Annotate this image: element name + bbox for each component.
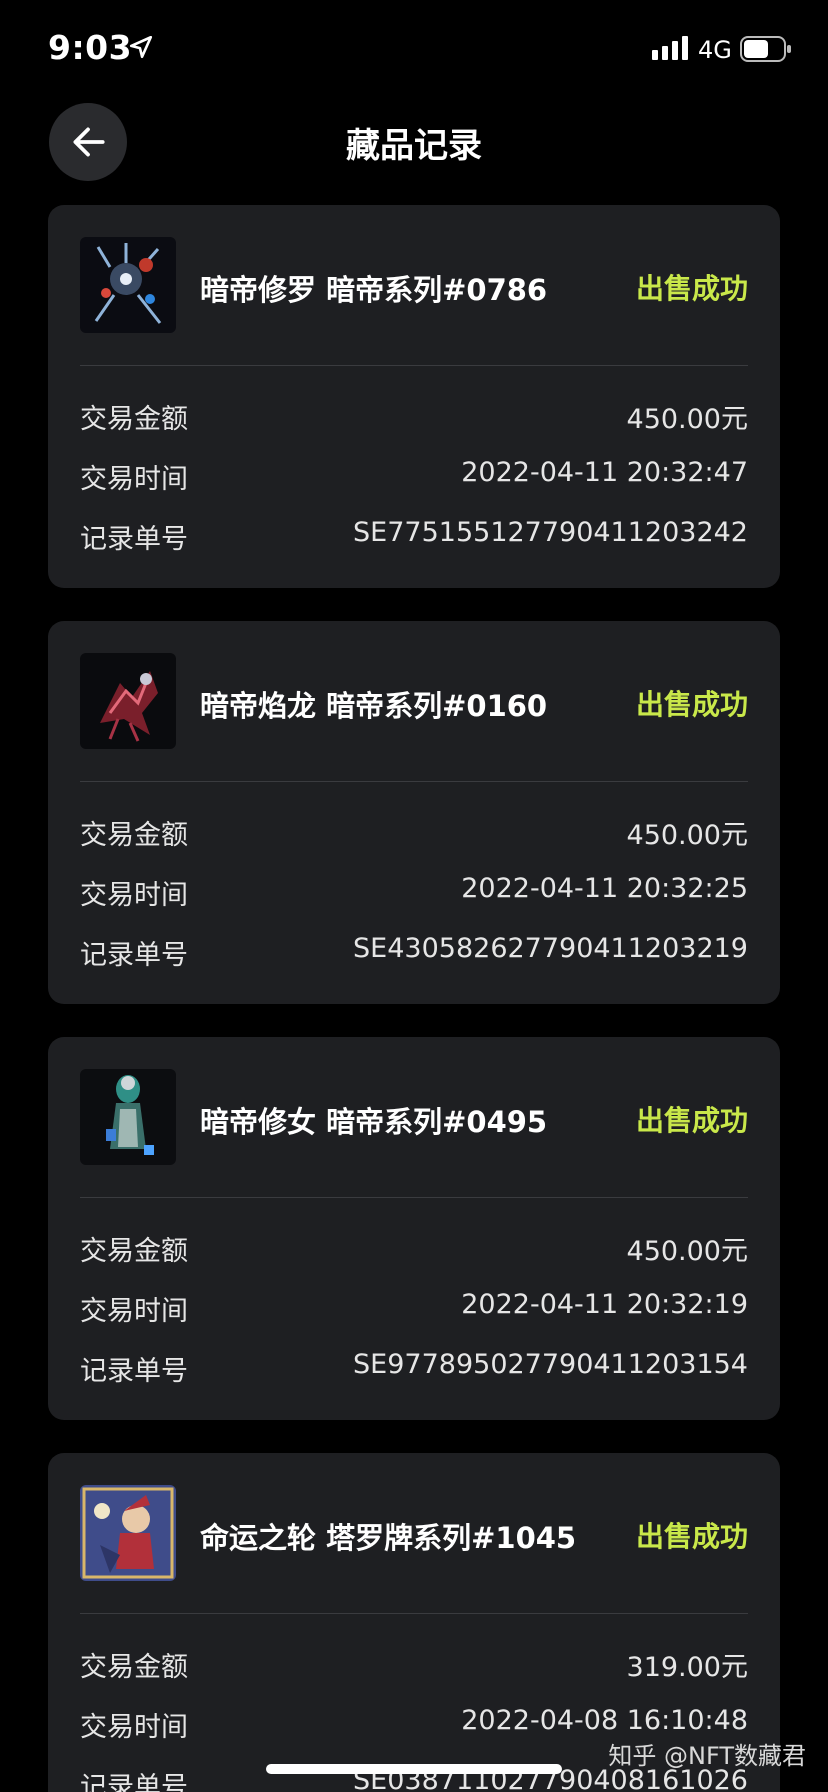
- time-label: 交易时间: [80, 464, 188, 495]
- amount-row: 交易金额 319.00元: [80, 1645, 748, 1685]
- time-row: 交易时间 2022-04-11 20:32:19: [80, 1289, 748, 1329]
- divider: [80, 781, 748, 782]
- time-value: 2022-04-11 20:32:19: [461, 1289, 748, 1320]
- status-badge: 出售成功: [635, 272, 748, 305]
- record-card[interactable]: 暗帝修女 暗帝系列#0495 出售成功 交易金额 450.00元 交易时间 20…: [48, 1037, 780, 1420]
- status-badge: 出售成功: [635, 1104, 748, 1137]
- amount-row: 交易金额 450.00元: [80, 397, 748, 437]
- time-label: 交易时间: [80, 1712, 188, 1743]
- battery-icon: [740, 36, 791, 62]
- amount-label: 交易金额: [80, 1236, 188, 1267]
- collectible-thumbnail: [80, 1069, 176, 1165]
- time-value: 2022-04-08 16:10:48: [461, 1705, 748, 1736]
- record-id-value: SE430582627790411203219: [353, 933, 748, 964]
- record-card[interactable]: 暗帝修罗 暗帝系列#0786 出售成功 交易金额 450.00元 交易时间 20…: [48, 205, 780, 588]
- time-label: 交易时间: [80, 880, 188, 911]
- amount-label: 交易金额: [80, 1652, 188, 1683]
- network-label: 4G: [698, 36, 732, 64]
- collectible-name: 暗帝修罗 暗帝系列#0786: [200, 273, 548, 307]
- collectible-image: [80, 237, 176, 333]
- time-value: 2022-04-11 20:32:25: [461, 873, 748, 904]
- amount-label: 交易金额: [80, 820, 188, 851]
- record-id-row: 记录单号 SE977895027790411203154: [80, 1349, 748, 1389]
- record-id-value: SE775155127790411203242: [353, 517, 748, 548]
- record-header: 暗帝修女 暗帝系列#0495 出售成功: [80, 1069, 748, 1165]
- page-title: 藏品记录: [346, 126, 482, 166]
- record-header: 命运之轮 塔罗牌系列#1045 出售成功: [80, 1485, 748, 1581]
- record-header: 暗帝焰龙 暗帝系列#0160 出售成功: [80, 653, 748, 749]
- collectible-name: 暗帝焰龙 暗帝系列#0160: [200, 689, 548, 723]
- record-card[interactable]: 暗帝焰龙 暗帝系列#0160 出售成功 交易金额 450.00元 交易时间 20…: [48, 621, 780, 1004]
- home-indicator: [266, 1764, 562, 1774]
- record-id-label: 记录单号: [80, 1772, 188, 1792]
- record-id-row: 记录单号 SE775155127790411203242: [80, 517, 748, 557]
- collectible-image: [80, 1485, 176, 1581]
- record-id-label: 记录单号: [80, 1356, 188, 1387]
- collectible-thumbnail: [80, 237, 176, 333]
- status-badge: 出售成功: [635, 1520, 748, 1553]
- amount-value: 450.00元: [626, 1236, 748, 1267]
- record-id-label: 记录单号: [80, 524, 188, 555]
- watermark: 知乎 @NFT数藏君: [608, 1742, 806, 1770]
- collectible-thumbnail: [80, 653, 176, 749]
- amount-value: 319.00元: [626, 1652, 748, 1683]
- collectible-thumbnail: [80, 1485, 176, 1581]
- record-id-label: 记录单号: [80, 940, 188, 971]
- status-time: 9:03: [48, 28, 133, 67]
- divider: [80, 1613, 748, 1614]
- status-badge: 出售成功: [635, 688, 748, 721]
- time-row: 交易时间 2022-04-11 20:32:25: [80, 873, 748, 913]
- collectible-image: [80, 653, 176, 749]
- signal-icon: [652, 36, 688, 60]
- screen: 9:03 4G 藏品记录 暗帝修罗 暗帝系列#0786 出售成功 交易金额 45…: [0, 0, 828, 1792]
- record-id-row: 记录单号 SE430582627790411203219: [80, 933, 748, 973]
- collectible-image: [80, 1069, 176, 1165]
- time-label: 交易时间: [80, 1296, 188, 1327]
- amount-label: 交易金额: [80, 404, 188, 435]
- record-id-value: SE977895027790411203154: [353, 1349, 748, 1380]
- amount-row: 交易金额 450.00元: [80, 1229, 748, 1269]
- amount-value: 450.00元: [626, 404, 748, 435]
- divider: [80, 365, 748, 366]
- record-header: 暗帝修罗 暗帝系列#0786 出售成功: [80, 237, 748, 333]
- amount-value: 450.00元: [626, 820, 748, 851]
- time-value: 2022-04-11 20:32:47: [461, 457, 748, 488]
- status-bar: 9:03 4G: [0, 0, 828, 100]
- time-row: 交易时间 2022-04-11 20:32:47: [80, 457, 748, 497]
- amount-row: 交易金额 450.00元: [80, 813, 748, 853]
- location-arrow-icon: [129, 35, 153, 59]
- collectible-name: 暗帝修女 暗帝系列#0495: [200, 1105, 548, 1139]
- divider: [80, 1197, 748, 1198]
- collectible-name: 命运之轮 塔罗牌系列#1045: [200, 1521, 577, 1555]
